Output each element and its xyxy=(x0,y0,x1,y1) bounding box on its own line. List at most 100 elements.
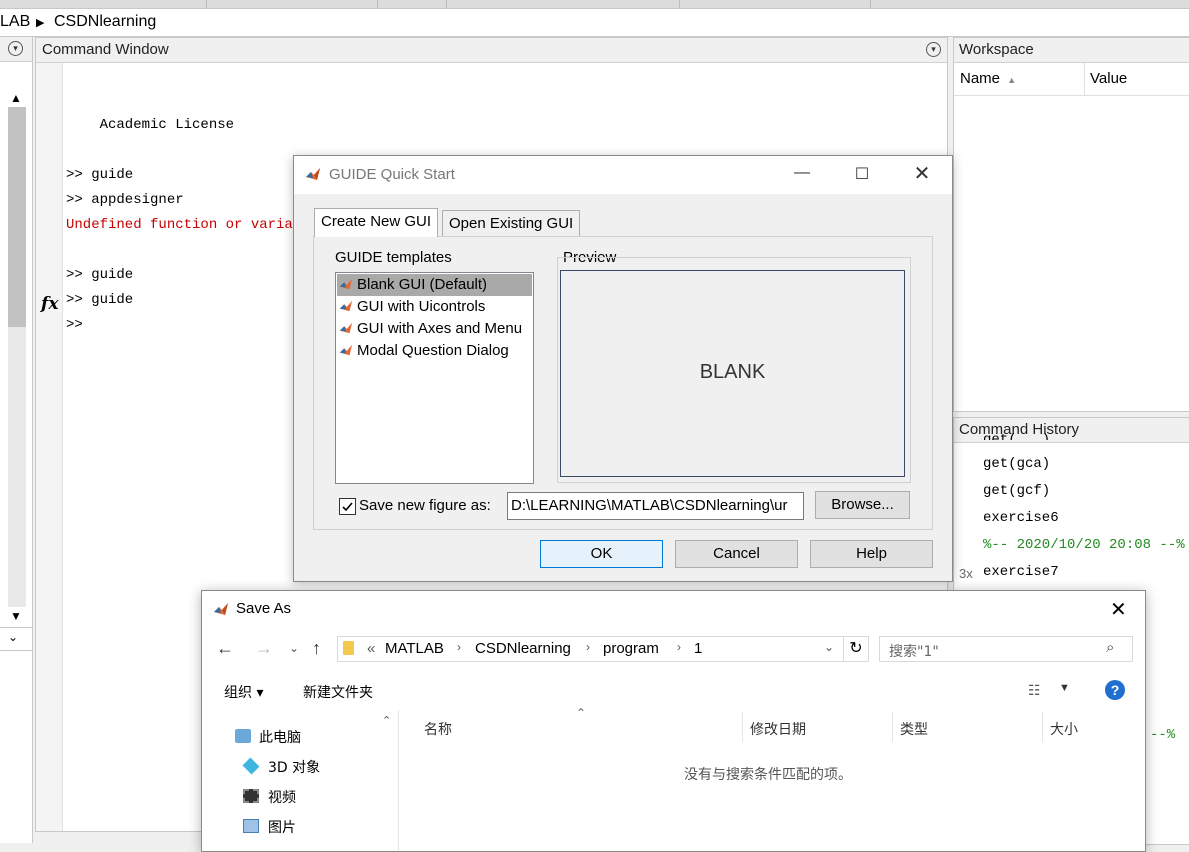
column-date-modified[interactable]: 修改日期 xyxy=(750,719,806,739)
history-entry[interactable]: %-- 2020/10/20 20:08 --% xyxy=(983,537,1185,553)
video-icon xyxy=(243,789,259,803)
command-line: Undefined function or variabl xyxy=(66,217,310,233)
column-name[interactable]: Name ▲ xyxy=(954,63,1085,95)
tab-open-existing-gui[interactable]: Open Existing GUI xyxy=(442,210,581,237)
matlab-logo-icon xyxy=(339,322,353,334)
ok-button[interactable]: OK xyxy=(540,540,663,568)
chevron-down-icon[interactable]: ⌄ xyxy=(824,640,834,654)
toolstrip-section-simulink[interactable] xyxy=(378,0,447,8)
chevron-down-icon[interactable]: ▼ xyxy=(1059,682,1070,694)
back-arrow-icon[interactable]: ← xyxy=(216,638,234,659)
pictures-icon xyxy=(243,819,259,833)
file-list-header: ⌃ 名称 修改日期 类型 大小 xyxy=(400,706,1145,744)
command-line: >> guide xyxy=(66,167,134,183)
help-icon[interactable]: ? xyxy=(1105,680,1125,700)
address-bar[interactable]: LAB ▶ CSDNlearning xyxy=(0,9,1189,37)
history-entry[interactable]: exercise7 xyxy=(983,564,1059,580)
column-type[interactable]: 类型 xyxy=(900,719,928,739)
save-figure-checkbox[interactable] xyxy=(339,498,356,515)
view-options-icon[interactable]: ☷ xyxy=(1028,682,1041,699)
breadcrumb-overflow[interactable]: « xyxy=(367,640,375,657)
address-segment[interactable]: LAB xyxy=(0,13,30,31)
forward-arrow-icon[interactable]: → xyxy=(255,638,273,659)
toolstrip-section-resources[interactable] xyxy=(680,0,871,8)
nav-item-label: 此电脑 xyxy=(259,730,301,746)
chevron-right-icon: ▶ xyxy=(36,17,45,29)
tab-content: GUIDE templates Blank GUI (Default) GUI w… xyxy=(313,236,933,530)
recent-locations-icon[interactable]: ⌄ xyxy=(289,641,299,655)
organize-button[interactable]: 组织 ▾ xyxy=(224,682,263,702)
breadcrumb-item[interactable]: MATLAB xyxy=(385,640,444,657)
maximize-icon[interactable]: ☐ xyxy=(842,164,882,184)
navigation-pane: ⌃ 此电脑 3D 对象 视频 图片 xyxy=(202,710,399,851)
scroll-up-icon[interactable]: ▲ xyxy=(10,91,22,105)
template-label: GUI with Axes and Menu xyxy=(357,320,523,337)
scroll-up-icon[interactable]: ⌃ xyxy=(382,714,391,727)
scroll-down-icon[interactable]: ▼ xyxy=(10,609,22,623)
search-icon: ⌕ xyxy=(1106,639,1115,656)
close-icon[interactable]: ✕ xyxy=(902,161,942,185)
toolstrip-section-code[interactable] xyxy=(207,0,378,8)
function-browser-icon[interactable]: fx xyxy=(41,294,58,314)
template-item[interactable]: GUI with Axes and Menu xyxy=(337,318,532,340)
template-item[interactable]: Blank GUI (Default) xyxy=(337,274,532,296)
template-label: Blank GUI (Default) xyxy=(357,276,488,293)
minimize-icon[interactable]: — xyxy=(782,164,822,184)
guide-quick-start-dialog: GUIDE Quick Start — ☐ ✕ Create New GUI O… xyxy=(293,155,953,582)
template-item[interactable]: GUI with Uicontrols xyxy=(337,296,532,318)
toolstrip-section-variable[interactable] xyxy=(0,0,207,8)
history-entry-partial[interactable]: get(...) xyxy=(983,426,1050,440)
workspace-header: Workspace xyxy=(954,38,1189,63)
tab-create-new-gui[interactable]: Create New GUI xyxy=(314,208,439,237)
help-button[interactable]: Help xyxy=(810,540,933,568)
search-input[interactable]: 搜索"1" ⌕ xyxy=(879,636,1133,662)
3d-objects-icon xyxy=(242,757,260,775)
column-value[interactable]: Value xyxy=(1085,63,1185,95)
dialog-title: GUIDE Quick Start xyxy=(329,166,455,183)
dialog-titlebar[interactable]: GUIDE Quick Start — ☐ ✕ xyxy=(294,156,952,194)
breadcrumb-item[interactable]: CSDNlearning xyxy=(475,640,571,657)
matlab-logo-icon xyxy=(339,344,353,356)
up-arrow-icon[interactable]: ↑ xyxy=(312,638,321,659)
column-name[interactable]: 名称 xyxy=(424,719,452,739)
panel-actions-icon[interactable]: ▾ xyxy=(8,41,23,56)
history-entry[interactable]: get(gca) xyxy=(983,456,1050,472)
scrollbar-thumb[interactable] xyxy=(8,107,26,327)
command-line: Academic License xyxy=(66,117,235,133)
save-path-input[interactable]: D:\LEARNING\MATLAB\CSDNlearning\ur xyxy=(507,492,804,520)
history-entry[interactable]: exercise6 xyxy=(983,510,1059,526)
browse-button[interactable]: Browse... xyxy=(815,491,910,519)
chevron-right-icon: › xyxy=(457,640,461,654)
refresh-icon[interactable]: ↻ xyxy=(843,636,869,662)
history-entry[interactable]: get(gcf) xyxy=(983,483,1050,499)
sort-ascending-icon: ▲ xyxy=(1007,75,1017,85)
nav-item-label: 视频 xyxy=(268,790,296,806)
folder-icon xyxy=(343,641,354,655)
nav-item-label: 3D 对象 xyxy=(268,760,321,776)
templates-list[interactable]: Blank GUI (Default) GUI with Uicontrols GU… xyxy=(335,272,534,484)
command-line: >> guide xyxy=(66,292,134,308)
chevron-right-icon: › xyxy=(677,640,681,654)
matlab-logo-icon xyxy=(339,300,353,312)
panel-actions-icon[interactable]: ▾ xyxy=(926,42,941,57)
computer-icon xyxy=(235,729,251,743)
toolstrip-section-environment[interactable] xyxy=(447,0,680,8)
chevron-down-icon: ⌄ xyxy=(8,630,19,644)
chevron-right-icon: › xyxy=(586,640,590,654)
cancel-button[interactable]: Cancel xyxy=(675,540,798,568)
breadcrumb-item[interactable]: 1 xyxy=(694,640,702,657)
matlab-logo-icon xyxy=(214,603,228,615)
dialog-title: Save As xyxy=(236,600,292,617)
address-segment[interactable]: CSDNlearning xyxy=(54,13,156,31)
column-size[interactable]: 大小 xyxy=(1050,719,1078,739)
path-breadcrumb[interactable]: « MATLAB › CSDNlearning › program › 1 ⌄ xyxy=(337,636,844,662)
breadcrumb-item[interactable]: program xyxy=(603,640,659,657)
template-label: Modal Question Dialog xyxy=(357,342,509,359)
new-folder-button[interactable]: 新建文件夹 xyxy=(303,682,373,702)
preview-area: BLANK xyxy=(560,270,905,477)
details-toggle[interactable]: ⌄ xyxy=(0,627,32,651)
template-item[interactable]: Modal Question Dialog xyxy=(337,340,532,362)
command-window-header: Command Window ▾ xyxy=(36,38,947,63)
close-icon[interactable]: ✕ xyxy=(1110,597,1127,622)
scrollbar[interactable] xyxy=(8,107,26,607)
